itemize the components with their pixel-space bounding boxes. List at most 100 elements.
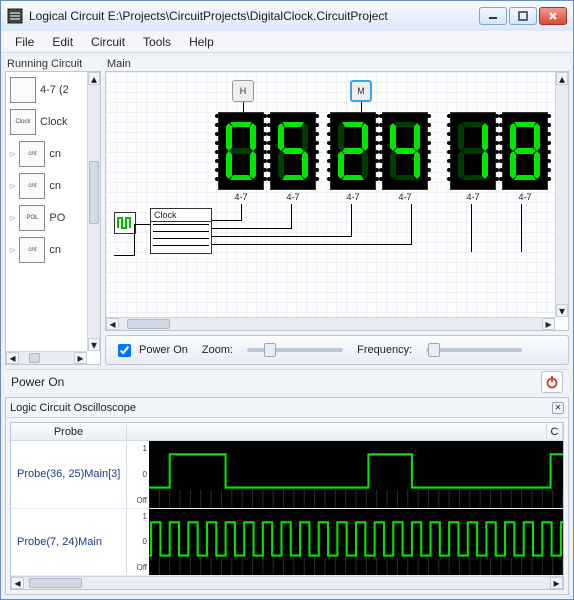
oscilloscope-columns: Probe C: [11, 423, 563, 441]
chip-icon: cnt: [19, 173, 45, 199]
menu-tools[interactable]: Tools: [135, 33, 179, 51]
upper-pane: Running Circuit 4-7 (2 Clock Clock ▷: [5, 57, 569, 365]
titlebar: Logical Circuit E:\Projects\CircuitProje…: [1, 1, 573, 31]
body: Running Circuit 4-7 (2 Clock Clock ▷: [1, 53, 573, 599]
zoom-slider[interactable]: [247, 348, 343, 352]
chip-icon: Clock: [10, 109, 36, 135]
digit-display[interactable]: 4-7: [218, 112, 264, 202]
scroll-left-icon[interactable]: ◂: [11, 577, 24, 589]
digit-display[interactable]: 4-7: [450, 112, 496, 202]
menu-file[interactable]: File: [7, 33, 42, 51]
toolbar: Power On Zoom: Frequency:: [105, 335, 569, 365]
canvas-hscroll[interactable]: ◂ ▸: [106, 317, 555, 330]
scroll-up-icon[interactable]: ▴: [88, 72, 100, 85]
close-button[interactable]: [539, 7, 567, 25]
canvas-vscroll[interactable]: ▴ ▾: [555, 72, 568, 317]
clock-block[interactable]: Clock: [150, 208, 212, 254]
list-item[interactable]: ▷ cnt cn: [8, 234, 85, 266]
power-on-checkbox[interactable]: Power On: [114, 341, 188, 360]
scroll-right-icon[interactable]: ▸: [74, 352, 87, 364]
col-probe[interactable]: Probe: [11, 423, 127, 440]
level-off: Off: [129, 563, 147, 572]
scroll-up-icon[interactable]: ▴: [556, 72, 568, 85]
seven-seg-display: [450, 112, 496, 190]
oscilloscope-hscroll[interactable]: ◂ ▸: [11, 576, 563, 589]
window-title: Logical Circuit E:\Projects\CircuitProje…: [29, 9, 473, 23]
scroll-right-icon[interactable]: ▸: [542, 318, 555, 330]
level-1: 1: [129, 512, 147, 521]
app-icon: [7, 8, 23, 24]
left-panel-header: Running Circuit: [5, 57, 101, 71]
menu-circuit[interactable]: Circuit: [83, 33, 133, 51]
expand-icon: ▷: [10, 214, 15, 222]
maximize-button[interactable]: [509, 7, 537, 25]
list-item[interactable]: 4-7 (2: [8, 74, 85, 106]
power-on-input[interactable]: [118, 344, 131, 357]
digit-display[interactable]: 4-7: [330, 112, 376, 202]
canvas-wrap: H M Clock: [105, 71, 569, 331]
seven-seg-display: [382, 112, 428, 190]
list-item[interactable]: Clock Clock: [8, 106, 85, 138]
m-button[interactable]: M: [350, 80, 372, 102]
menu-help[interactable]: Help: [181, 33, 222, 51]
clock-label: Clock: [151, 209, 211, 222]
left-panel: Running Circuit 4-7 (2 Clock Clock ▷: [5, 57, 101, 365]
menubar: File Edit Circuit Tools Help: [1, 31, 573, 53]
probe-levels: 1 0 Off: [127, 509, 149, 576]
list-item-label: Clock: [40, 116, 68, 128]
power-button[interactable]: [541, 371, 563, 393]
oscilloscope-body: Probe C Probe(36, 25)Main[3] 1 0 Off: [10, 422, 564, 590]
col-wave[interactable]: [127, 423, 547, 440]
list-item[interactable]: ▷ cnt cn: [8, 170, 85, 202]
digit-display[interactable]: 4-7: [502, 112, 548, 202]
frequency-slider[interactable]: [426, 348, 522, 352]
menu-edit[interactable]: Edit: [44, 33, 81, 51]
chip-icon: cnt: [19, 237, 45, 263]
probe-name[interactable]: Probe(36, 25)Main[3]: [11, 441, 127, 508]
oscilloscope-header: Logic Circuit Oscilloscope ✕: [6, 398, 568, 418]
col-c[interactable]: C: [547, 423, 563, 440]
oscilloscope-close-icon[interactable]: ✕: [552, 402, 564, 414]
seven-seg-label: 4-7: [286, 192, 299, 202]
expand-icon: ▷: [10, 246, 15, 254]
scroll-left-icon[interactable]: ◂: [6, 352, 19, 364]
scroll-down-icon[interactable]: ▾: [556, 304, 568, 317]
seven-seg-label: 4-7: [346, 192, 359, 202]
expand-icon: ▷: [10, 182, 15, 190]
list-vscroll[interactable]: ▴ ▾: [87, 72, 100, 351]
list-item-label: cn: [49, 244, 61, 256]
waveform: [149, 441, 563, 508]
main-panel: Main H M Clock: [105, 57, 569, 365]
chip-icon: cnt: [19, 141, 45, 167]
seven-seg-display: [218, 112, 264, 190]
main-panel-header: Main: [105, 57, 569, 71]
power-on-label: Power On: [139, 344, 188, 356]
seven-seg-display: [270, 112, 316, 190]
list-item-label: PO: [49, 212, 65, 224]
h-button[interactable]: H: [232, 80, 254, 102]
probe-name[interactable]: Probe(7, 24)Main: [11, 509, 127, 576]
circuit-canvas[interactable]: H M Clock: [106, 72, 555, 317]
chip-icon: POL: [19, 205, 45, 231]
list-item[interactable]: ▷ POL PO: [8, 202, 85, 234]
digit-display[interactable]: 4-7: [270, 112, 316, 202]
scroll-right-icon[interactable]: ▸: [550, 577, 563, 589]
seven-seg-label: 4-7: [234, 192, 247, 202]
digit-display[interactable]: 4-7: [382, 112, 428, 202]
level-0: 0: [129, 537, 147, 546]
list-item[interactable]: ▷ cnt cn: [8, 138, 85, 170]
minimize-button[interactable]: [479, 7, 507, 25]
seven-seg-display: [502, 112, 548, 190]
circuit-list: 4-7 (2 Clock Clock ▷ cnt cn ▷: [5, 71, 101, 365]
status-text: Power On: [11, 375, 64, 389]
seven-seg-label: 4-7: [466, 192, 479, 202]
clock-source[interactable]: [114, 212, 136, 234]
scroll-down-icon[interactable]: ▾: [88, 338, 100, 351]
scroll-left-icon[interactable]: ◂: [106, 318, 119, 330]
app-window: Logical Circuit E:\Projects\CircuitProje…: [0, 0, 574, 600]
level-0: 0: [129, 470, 147, 479]
list-hscroll[interactable]: ◂ ▸: [6, 351, 87, 364]
level-off: Off: [129, 496, 147, 505]
seven-seg-label: 4-7: [398, 192, 411, 202]
frequency-label: Frequency:: [357, 344, 412, 356]
